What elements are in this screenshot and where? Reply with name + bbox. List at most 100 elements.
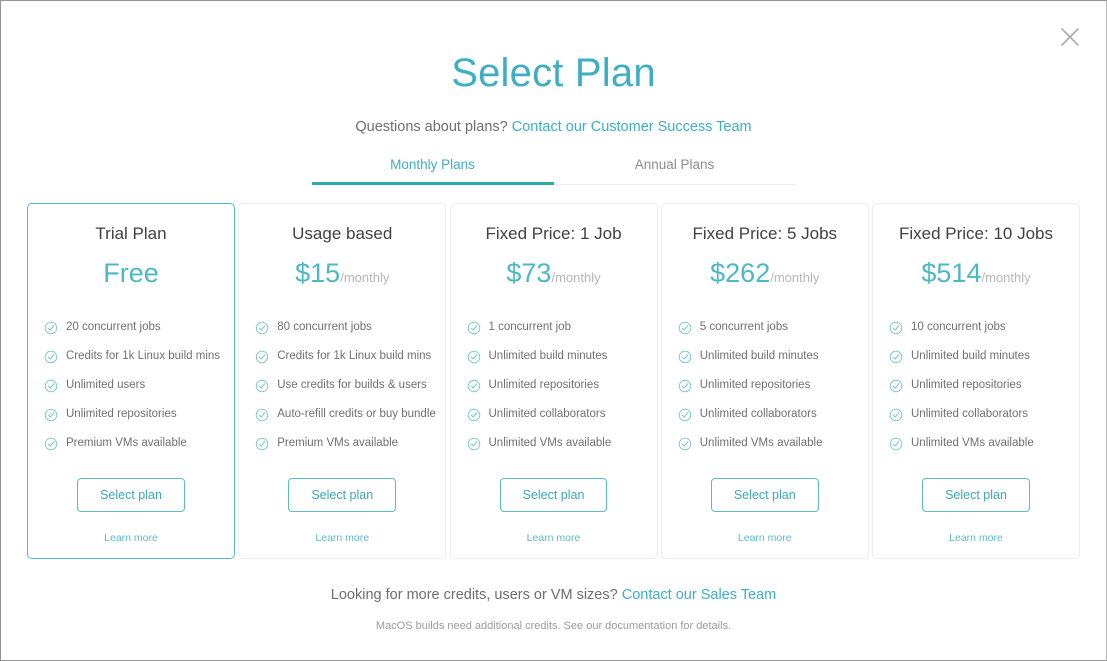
learn-more-link[interactable]: Learn more [527,532,581,544]
plan-name: Fixed Price: 10 Jobs [898,224,1053,243]
plan-feature-label: Unlimited collaborators [911,408,1028,421]
plan-price: $73/monthly [506,244,600,287]
check-circle-icon [467,379,480,393]
tab-monthly-plans-label: Monthly Plans [390,157,475,172]
plan-feature-label: Unlimited build minutes [911,350,1030,363]
plan-card[interactable]: Usage based $15/monthly 80 concurrent jo… [238,203,447,560]
plan-price-amount: $262 [710,258,771,289]
plan-price-amount: Free [103,258,159,289]
plan-feature-item: Unlimited build minutes [467,342,643,371]
plan-feature-label: Auto-refill credits or buy bundle [277,408,436,421]
plan-feature-label: Premium VMs available [66,437,187,450]
plan-price-period: /monthly [551,270,601,286]
plan-feature-item: Use credits for builds & users [255,371,431,400]
plan-card[interactable]: Trial Plan Free 20 concurrent jobs Credi… [27,203,235,560]
plan-feature-item: Unlimited VMs available [678,429,854,458]
plan-feature-item: Unlimited collaborators [467,400,643,429]
plan-price: Free [103,244,159,287]
plan-price-period: /monthly [981,270,1031,286]
plan-feature-item: Unlimited collaborators [889,400,1065,429]
check-circle-icon [256,379,269,393]
select-plan-button[interactable]: Select plan [499,478,608,513]
plan-feature-item: Unlimited VMs available [467,429,643,458]
plan-feature-item: 10 concurrent jobs [889,313,1065,342]
plan-feature-list: 80 concurrent jobs Credits for 1k Linux … [253,287,436,458]
plan-card[interactable]: Fixed Price: 1 Job $73/monthly 1 concurr… [449,203,658,560]
plan-name: Trial Plan [95,224,167,243]
plan-feature-label: Credits for 1k Linux build mins [277,350,432,363]
plan-feature-list: 1 concurrent job Unlimited build minutes… [465,287,643,458]
learn-more-link[interactable]: Learn more [738,532,792,544]
plan-feature-item: Unlimited VMs available [889,429,1065,458]
plan-feature-item: Unlimited build minutes [678,342,854,371]
footer-note: MacOS builds need additional credits. Se… [375,620,732,633]
plan-feature-list: 10 concurrent jobs Unlimited build minut… [887,287,1065,458]
plan-feature-item: Unlimited repositories [889,371,1065,400]
footer: Looking for more credits, users or VM si… [1,559,1106,632]
sales-team-link[interactable]: Contact our Sales Team [622,587,776,603]
plan-feature-label: Unlimited collaborators [699,408,817,421]
plan-feature-label: 1 concurrent job [488,321,571,334]
plan-feature-label: Unlimited repositories [488,379,600,392]
plan-price: $262/monthly [710,244,819,287]
close-icon[interactable] [1056,23,1084,51]
check-circle-icon [467,321,480,335]
plan-feature-item: Auto-refill credits or buy bundle [255,400,436,429]
plan-card[interactable]: Fixed Price: 5 Jobs $262/monthly 5 concu… [660,203,869,560]
check-circle-icon [44,408,58,422]
check-circle-icon [467,350,480,364]
plan-feature-label: 10 concurrent jobs [911,321,1006,334]
plan-card-list: Trial Plan Free 20 concurrent jobs Credi… [1,203,1106,560]
plan-feature-label: Unlimited collaborators [488,408,606,421]
footer-main-prefix: Looking for more credits, users or VM si… [330,587,622,604]
plan-price-amount: $514 [921,258,982,289]
check-circle-icon [678,321,691,335]
plan-feature-item: Unlimited users [44,371,220,400]
plan-feature-label: Unlimited repositories [699,379,811,392]
check-circle-icon [44,379,58,393]
tab-monthly-plans[interactable]: Monthly Plans [311,157,554,185]
plan-feature-label: Unlimited users [66,379,146,392]
plan-feature-list: 5 concurrent jobs Unlimited build minute… [676,287,854,458]
plan-feature-item: 80 concurrent jobs [255,313,431,342]
learn-more-link[interactable]: Learn more [315,532,369,544]
plan-feature-item: Unlimited repositories [467,371,643,400]
plan-price-period: /monthly [340,270,390,286]
tab-annual-plans-label: Annual Plans [634,157,715,172]
check-circle-icon [889,350,903,364]
check-circle-icon [678,379,691,393]
learn-more-link[interactable]: Learn more [104,532,158,544]
check-circle-icon [889,437,903,451]
check-circle-icon [44,437,58,451]
plan-feature-label: Unlimited build minutes [699,350,819,363]
check-circle-icon [256,350,269,364]
page-title: Select Plan [451,51,656,95]
select-plan-button[interactable]: Select plan [288,478,397,513]
footer-main-text: Looking for more credits, users or VM si… [1,587,1106,603]
plan-feature-item: Credits for 1k Linux build mins [44,342,220,371]
plan-feature-label: Credits for 1k Linux build mins [66,350,221,363]
learn-more-link[interactable]: Learn more [949,532,1003,544]
check-circle-icon [678,350,691,364]
plan-period-tabs: Monthly Plans Annual Plans [311,157,796,185]
plan-feature-label: Unlimited VMs available [699,437,823,450]
check-circle-icon [889,321,903,335]
plan-name: Fixed Price: 1 Job [485,224,622,243]
check-circle-icon [889,379,903,393]
check-circle-icon [256,437,269,451]
check-circle-icon [44,321,58,335]
plan-price-amount: $73 [506,258,552,289]
plan-feature-label: 5 concurrent jobs [699,321,788,334]
select-plan-button[interactable]: Select plan [922,478,1030,513]
tab-annual-plans[interactable]: Annual Plans [553,157,796,185]
plan-feature-label: Unlimited VMs available [488,437,612,450]
select-plan-button[interactable]: Select plan [710,478,819,513]
plan-feature-label: Unlimited repositories [66,408,177,421]
plan-feature-item: Credits for 1k Linux build mins [255,342,431,371]
select-plan-modal: Select Plan Questions about plans? Conta… [0,0,1107,661]
customer-success-link[interactable]: Contact our Customer Success Team [512,119,752,135]
plan-name: Fixed Price: 5 Jobs [692,224,838,243]
select-plan-button[interactable]: Select plan [77,478,185,513]
plan-card[interactable]: Fixed Price: 10 Jobs $514/monthly 10 con… [872,203,1080,560]
plan-price: $514/monthly [921,244,1030,287]
